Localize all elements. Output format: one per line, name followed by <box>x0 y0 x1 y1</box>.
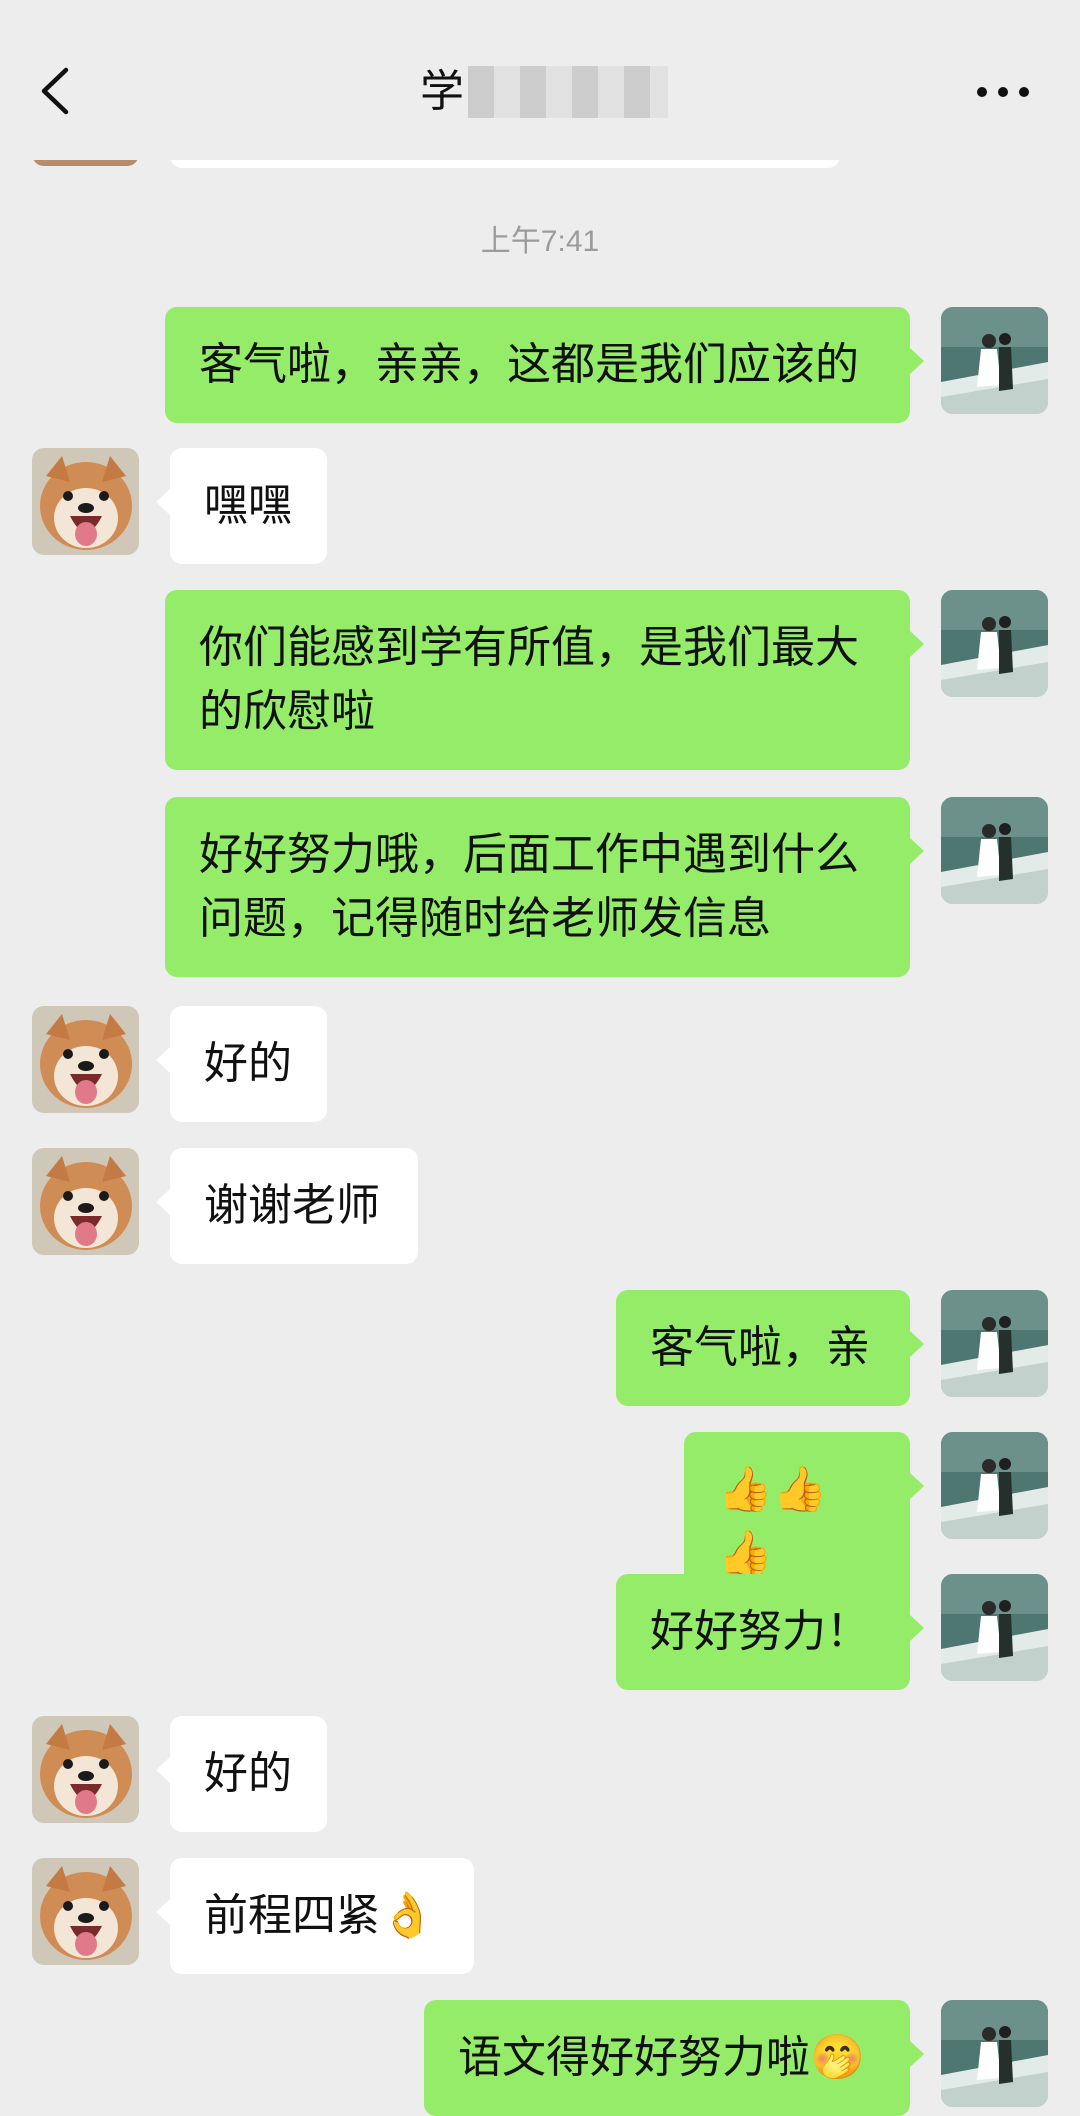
received-message-bubble[interactable]: 好的 <box>156 1006 327 1122</box>
chat-title: 学 <box>420 60 668 124</box>
my-avatar[interactable] <box>941 590 1048 697</box>
message-timestamp: 上午7:41 <box>480 225 600 258</box>
contact-avatar[interactable] <box>32 448 139 555</box>
sent-message-bubble[interactable]: 客气啦，亲亲，这都是我们应该的 <box>165 307 924 423</box>
more-dots-icon[interactable] <box>975 78 1031 104</box>
contact-avatar[interactable] <box>32 1006 139 1113</box>
my-avatar[interactable] <box>941 1290 1048 1397</box>
my-avatar[interactable] <box>941 2000 1048 2107</box>
my-avatar[interactable] <box>941 307 1048 414</box>
received-message-bubble[interactable]: 嘿嘿 <box>156 448 327 564</box>
title-bar: 学 <box>0 0 1080 160</box>
received-message-bubble[interactable]: 好的 <box>156 1716 327 1832</box>
received-message-bubble[interactable]: 前程四紧👌 <box>156 1858 474 1974</box>
sent-message-bubble[interactable]: 语文得好好努力啦🤭 <box>424 2000 924 2116</box>
my-avatar[interactable] <box>941 1432 1048 1539</box>
sent-message-bubble[interactable]: 好好努力！ <box>616 1574 924 1690</box>
sent-message-bubble[interactable]: 好好努力哦，后面工作中遇到什么 问题，记得随时给老师发信息 <box>165 797 924 977</box>
sent-message-bubble[interactable]: 你们能感到学有所值，是我们最大 的欣慰啦 <box>165 590 924 770</box>
contact-avatar[interactable] <box>32 1716 139 1823</box>
mosaic-blur <box>468 66 668 118</box>
contact-avatar[interactable] <box>32 1148 139 1255</box>
my-avatar[interactable] <box>941 797 1048 904</box>
my-avatar[interactable] <box>941 1574 1048 1681</box>
chat-title-text: 学 <box>420 66 464 117</box>
sent-message-bubble[interactable]: 客气啦，亲 <box>616 1290 924 1406</box>
chevron-left-icon[interactable] <box>36 66 76 116</box>
received-message-bubble[interactable]: 谢谢老师 <box>156 1148 418 1264</box>
contact-avatar[interactable] <box>32 1858 139 1965</box>
